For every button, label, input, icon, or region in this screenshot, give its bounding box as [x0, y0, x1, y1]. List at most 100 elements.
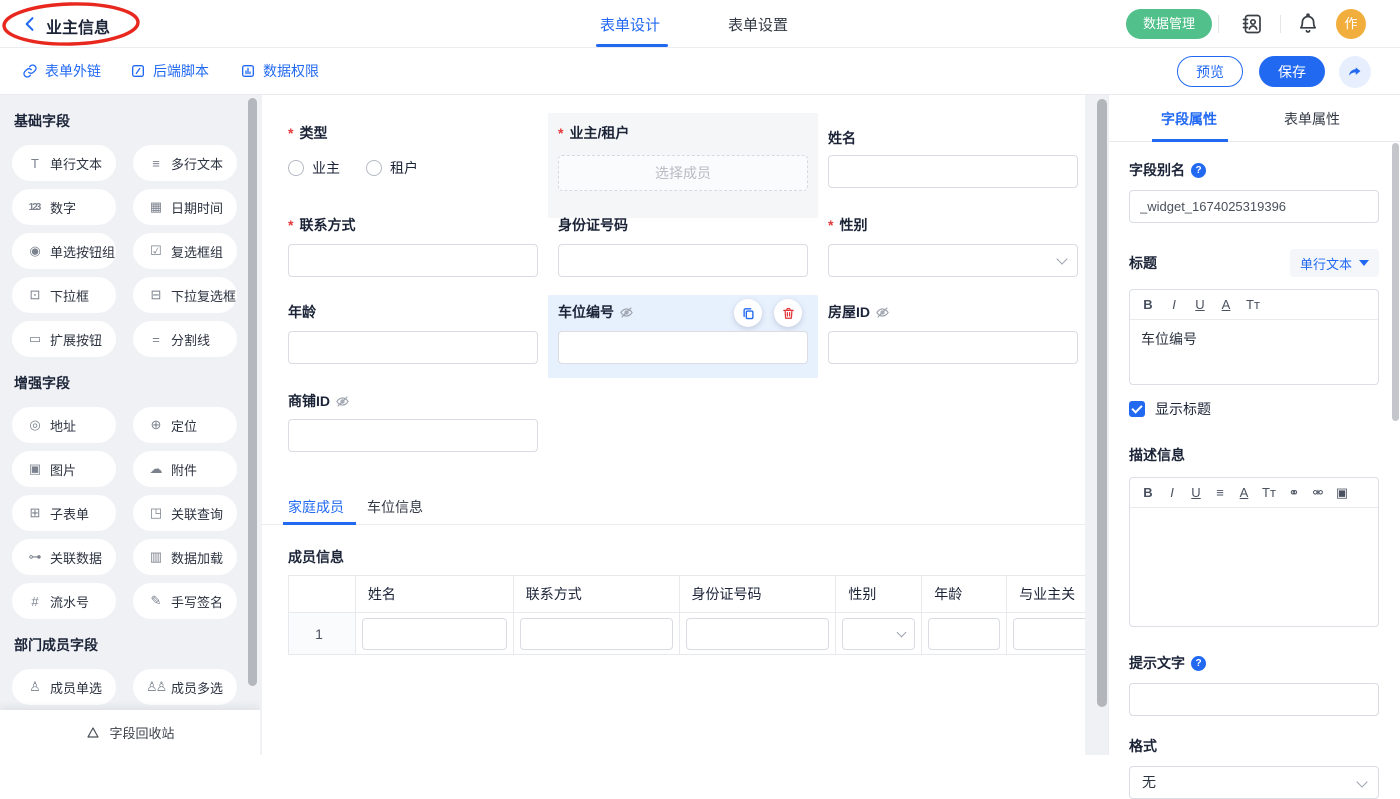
insert-image-icon[interactable]: ▣ — [1336, 485, 1348, 501]
alias-input[interactable] — [1129, 190, 1379, 223]
radio-option-owner[interactable]: 业主 — [288, 158, 340, 178]
radio-icon[interactable] — [366, 160, 382, 176]
id-card-input[interactable] — [558, 244, 808, 277]
show-title-row: 显示标题 — [1129, 399, 1379, 419]
font-color-icon[interactable]: A — [1220, 297, 1232, 312]
field-pill-subform[interactable]: ⊞子表单 — [12, 495, 116, 531]
field-pill-address[interactable]: ◎地址 — [12, 407, 116, 443]
field-pill-select[interactable]: ⊡下拉框 — [12, 277, 116, 313]
panel-scrollbar[interactable] — [1392, 143, 1399, 421]
table-header: 年龄 — [922, 576, 1007, 613]
age-input[interactable] — [288, 331, 538, 364]
bold-icon[interactable]: B — [1142, 485, 1154, 500]
parking-no-input[interactable] — [558, 331, 808, 364]
field-pill-signature[interactable]: ✎手写签名 — [133, 583, 237, 619]
contact-book-icon[interactable] — [1240, 12, 1264, 36]
desc-editor-content[interactable] — [1130, 508, 1378, 626]
tab-form-setting[interactable]: 表单设置 — [728, 14, 788, 35]
copy-field-button[interactable] — [734, 299, 762, 327]
underline-icon[interactable]: U — [1194, 297, 1206, 312]
field-pill-serial[interactable]: #流水号 — [12, 583, 116, 619]
font-size-icon[interactable]: Tт — [1262, 485, 1276, 500]
help-icon[interactable] — [1191, 163, 1206, 178]
italic-icon[interactable]: I — [1166, 485, 1178, 500]
field-pill-radio-group[interactable]: ◉单选按钮组 — [12, 233, 116, 269]
row-id-card-input[interactable] — [686, 618, 830, 650]
row-gender-select[interactable] — [842, 618, 915, 650]
field-pill-member-single[interactable]: ♙成员单选 — [12, 669, 116, 705]
show-title-checkbox[interactable] — [1129, 401, 1145, 417]
field-pill-checkbox-group[interactable]: ☑复选框组 — [133, 233, 237, 269]
tab-field-props[interactable]: 字段属性 — [1161, 109, 1217, 129]
name-input[interactable] — [828, 155, 1078, 188]
field-recycle-bin-button[interactable]: 字段回收站 — [0, 710, 260, 755]
title-editor-content[interactable]: 车位编号 — [1130, 320, 1378, 384]
sidebar-scrollbar[interactable] — [248, 98, 257, 686]
member-single-icon: ♙ — [25, 679, 43, 695]
field-pill-divider[interactable]: =分割线 — [133, 321, 237, 357]
back-icon[interactable] — [20, 14, 40, 34]
field-pill-location[interactable]: ⊕定位 — [133, 407, 237, 443]
show-title-label: 显示标题 — [1155, 399, 1211, 419]
title-label-row: 标题 单行文本 — [1129, 249, 1379, 277]
row-contact-input[interactable] — [520, 618, 673, 650]
house-id-input[interactable] — [828, 331, 1078, 364]
radio-option-tenant[interactable]: 租户 — [366, 158, 418, 178]
delete-field-button[interactable] — [774, 299, 802, 327]
row-name-input[interactable] — [362, 618, 507, 650]
app-header: 业主信息 表单设计 表单设置 数据管理 作 — [0, 0, 1400, 48]
number-icon: 123 — [25, 202, 43, 213]
contact-input[interactable] — [288, 244, 538, 277]
gender-select[interactable] — [828, 244, 1078, 277]
share-button[interactable] — [1339, 56, 1371, 88]
subform-tab-parking[interactable]: 车位信息 — [367, 497, 423, 517]
field-pill-multi-line-text[interactable]: ≡多行文本 — [133, 145, 237, 181]
field-pill-linked-query[interactable]: ◳关联查询 — [133, 495, 237, 531]
preview-button[interactable]: 预览 — [1177, 56, 1243, 87]
canvas-scrollbar[interactable] — [1097, 99, 1107, 707]
remove-link-icon[interactable]: ⚮ — [1312, 485, 1324, 501]
bell-icon[interactable] — [1296, 12, 1320, 36]
title-type-dropdown[interactable]: 单行文本 — [1290, 249, 1379, 277]
table-header: 姓名 — [356, 576, 514, 613]
hint-input[interactable] — [1129, 683, 1379, 716]
bold-icon[interactable]: B — [1142, 297, 1154, 312]
field-pill-datetime[interactable]: ▦日期时间 — [133, 189, 237, 225]
row-age-input[interactable] — [928, 618, 1000, 650]
italic-icon[interactable]: I — [1168, 297, 1180, 312]
field-pill-button[interactable]: ▭扩展按钮 — [12, 321, 116, 357]
field-pill-data-load[interactable]: ▥数据加载 — [133, 539, 237, 575]
external-link-button[interactable]: 表单外链 — [22, 61, 101, 81]
align-icon[interactable]: ≡ — [1214, 485, 1226, 500]
subform-tab-family[interactable]: 家庭成员 — [288, 497, 344, 517]
field-pill-member-multi[interactable]: ♙♙成员多选 — [133, 669, 237, 705]
save-button[interactable]: 保存 — [1259, 56, 1325, 87]
insert-link-icon[interactable]: ⚭ — [1288, 485, 1300, 501]
tab-form-design[interactable]: 表单设计 — [600, 14, 660, 35]
row-relation-input[interactable] — [1013, 618, 1085, 650]
font-size-icon[interactable]: Tт — [1246, 297, 1260, 312]
text-icon: T — [25, 156, 43, 171]
tab-form-props[interactable]: 表单属性 — [1284, 109, 1340, 129]
field-pill-single-line-text[interactable]: T单行文本 — [12, 145, 116, 181]
field-pill-image[interactable]: ▣图片 — [12, 451, 116, 487]
font-color-icon[interactable]: A — [1238, 485, 1250, 500]
underline-icon[interactable]: U — [1190, 485, 1202, 500]
field-pill-linked-data[interactable]: ⊶关联数据 — [12, 539, 116, 575]
format-select[interactable]: 无 — [1129, 766, 1379, 799]
desc-editor-toolbar: B I U ≡ A Tт ⚭ ⚮ ▣ — [1130, 478, 1378, 508]
field-pill-number[interactable]: 123数字 — [12, 189, 116, 225]
field-label-parking-no: 车位编号 — [558, 302, 634, 322]
radio-icon[interactable] — [288, 160, 304, 176]
avatar[interactable]: 作 — [1336, 9, 1366, 39]
data-manage-button[interactable]: 数据管理 — [1126, 9, 1212, 39]
member-picker[interactable]: 选择成员 — [558, 155, 808, 191]
backend-script-button[interactable]: 后端脚本 — [130, 61, 209, 81]
eye-slash-icon — [619, 305, 634, 320]
field-pill-attachment[interactable]: ☁附件 — [133, 451, 237, 487]
help-icon[interactable] — [1191, 656, 1206, 671]
shop-id-input[interactable] — [288, 419, 538, 452]
field-pill-multi-select[interactable]: ⊟下拉复选框 — [133, 277, 237, 313]
title-editor: B I U A Tт 车位编号 — [1129, 289, 1379, 385]
data-permission-button[interactable]: 数据权限 — [240, 61, 319, 81]
